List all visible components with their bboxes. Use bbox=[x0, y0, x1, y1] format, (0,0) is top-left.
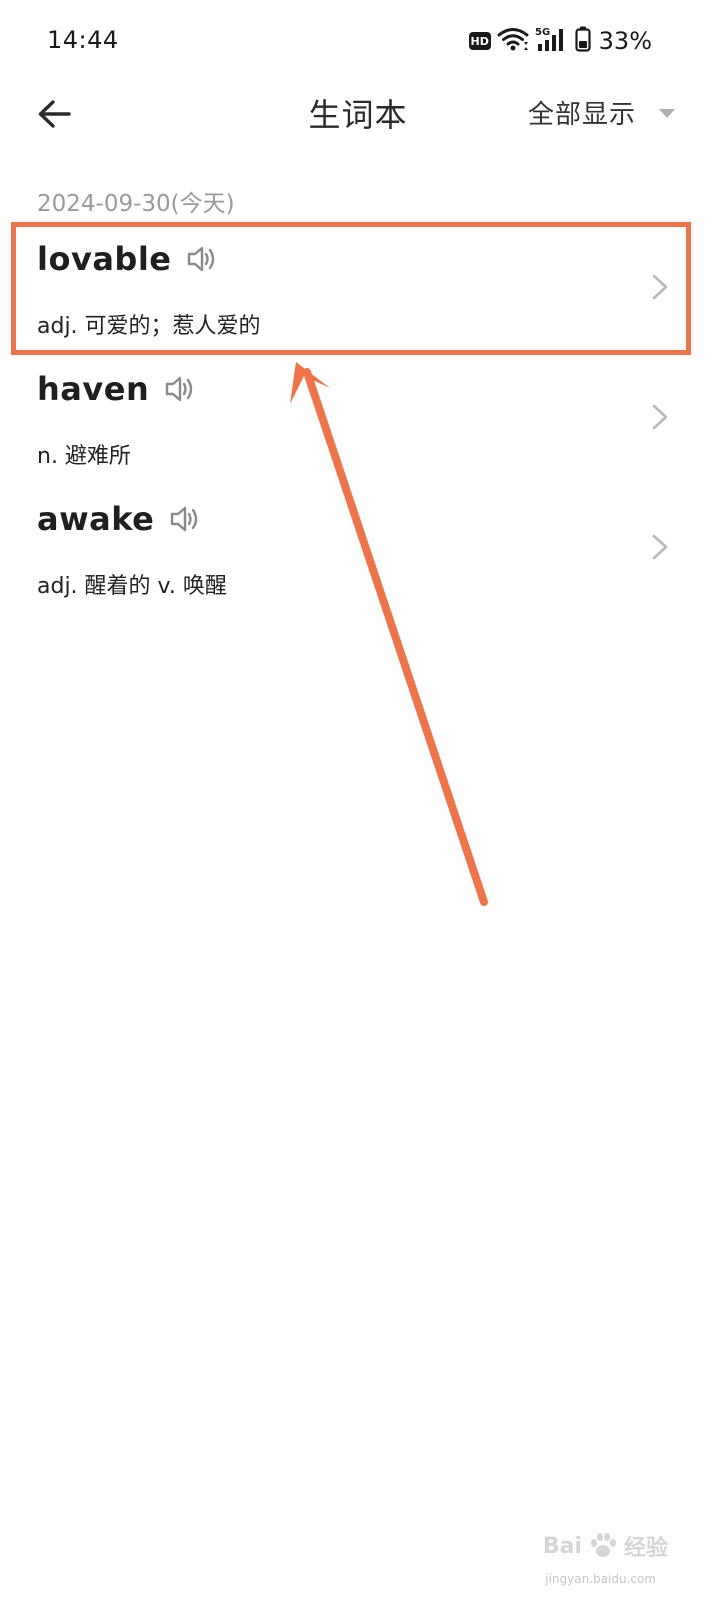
battery-percent: 33% bbox=[598, 27, 652, 55]
status-time: 14:44 bbox=[47, 26, 119, 54]
speaker-button[interactable] bbox=[185, 242, 219, 276]
speaker-icon bbox=[166, 376, 193, 402]
watermark-domain: jingyan.baidu.com bbox=[545, 1572, 656, 1586]
filter-label: 全部显示 bbox=[527, 100, 636, 130]
word-item-lovable[interactable]: lovable adj. 可爱的；惹人爱的 bbox=[0, 222, 716, 352]
wifi-icon bbox=[497, 26, 529, 56]
word-item-awake[interactable]: awake adj. 醒着的 v. 唤醒 bbox=[0, 482, 716, 612]
word-definition: adj. 可爱的；惹人爱的 bbox=[37, 314, 261, 339]
hd-badge: HD bbox=[468, 32, 491, 50]
speaker-button[interactable] bbox=[163, 372, 197, 406]
speaker-button[interactable] bbox=[168, 502, 202, 536]
date-group-header: 2024-09-30(今天) bbox=[37, 191, 235, 217]
word-list: lovable adj. 可爱的；惹人爱的 haven n. 避难所 awake… bbox=[0, 222, 716, 612]
signal-5g-icon: 5G bbox=[535, 26, 569, 56]
chevron-right-icon bbox=[652, 534, 668, 560]
filter-dropdown[interactable]: 全部显示 bbox=[528, 94, 676, 131]
word-definition: adj. 醒着的 v. 唤醒 bbox=[37, 574, 227, 599]
speaker-icon bbox=[188, 246, 215, 272]
word-text: awake bbox=[37, 500, 155, 538]
baidu-jingyan-watermark: Bai 经验 bbox=[543, 1530, 668, 1562]
paw-icon bbox=[590, 1533, 616, 1557]
status-icons: HD 5G 33% bbox=[468, 26, 652, 56]
triangle-down-icon bbox=[659, 108, 675, 118]
word-item-haven[interactable]: haven n. 避难所 bbox=[0, 352, 716, 482]
signal-network-label: 5G bbox=[535, 27, 550, 38]
word-definition: n. 避难所 bbox=[37, 444, 131, 469]
chevron-right-icon bbox=[652, 274, 668, 300]
watermark-brand-suffix: 经验 bbox=[623, 1536, 668, 1561]
watermark-brand: Bai bbox=[542, 1533, 582, 1559]
chevron-right-icon bbox=[652, 404, 668, 430]
status-bar: 14:44 HD 5G 33% bbox=[0, 0, 716, 80]
word-text: haven bbox=[37, 370, 150, 408]
battery-icon bbox=[575, 26, 591, 56]
speaker-icon bbox=[171, 506, 198, 532]
word-text: lovable bbox=[37, 240, 172, 278]
app-header: 生词本 全部显示 bbox=[0, 80, 716, 144]
